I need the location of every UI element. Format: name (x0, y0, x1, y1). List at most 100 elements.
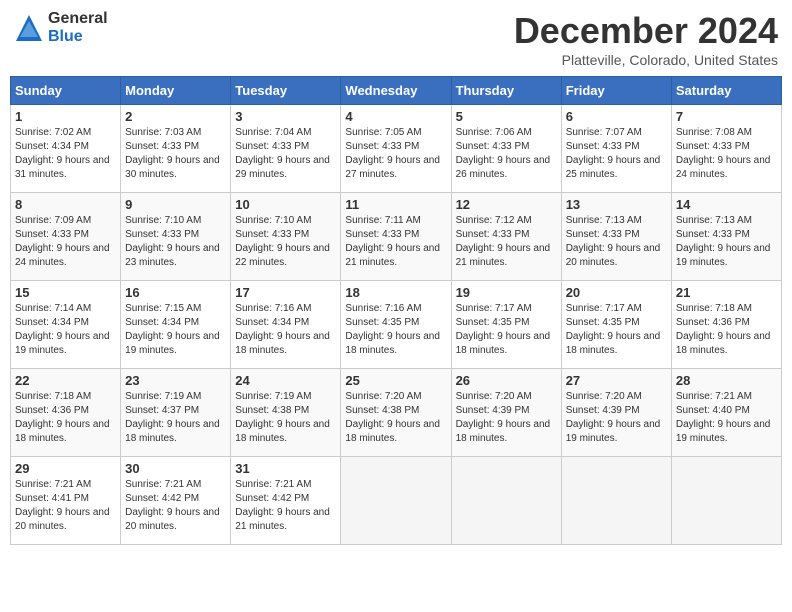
day-info: Sunrise: 7:06 AMSunset: 4:33 PMDaylight:… (456, 127, 551, 180)
day-info: Sunrise: 7:11 AMSunset: 4:33 PMDaylight:… (345, 215, 440, 268)
day-number: 30 (125, 461, 226, 476)
calendar-cell: 25 Sunrise: 7:20 AMSunset: 4:38 PMDaylig… (341, 369, 451, 457)
weekday-header-wednesday: Wednesday (341, 77, 451, 105)
day-number: 24 (235, 373, 336, 388)
calendar-cell: 12 Sunrise: 7:12 AMSunset: 4:33 PMDaylig… (451, 193, 561, 281)
weekday-header-thursday: Thursday (451, 77, 561, 105)
calendar-cell: 18 Sunrise: 7:16 AMSunset: 4:35 PMDaylig… (341, 281, 451, 369)
day-info: Sunrise: 7:03 AMSunset: 4:33 PMDaylight:… (125, 127, 220, 180)
calendar-cell: 13 Sunrise: 7:13 AMSunset: 4:33 PMDaylig… (561, 193, 671, 281)
day-number: 6 (566, 109, 667, 124)
day-info: Sunrise: 7:18 AMSunset: 4:36 PMDaylight:… (676, 303, 771, 356)
logo-text: General Blue (48, 10, 108, 45)
month-title: December 2024 (514, 10, 778, 52)
day-info: Sunrise: 7:20 AMSunset: 4:39 PMDaylight:… (456, 391, 551, 444)
calendar-cell: 30 Sunrise: 7:21 AMSunset: 4:42 PMDaylig… (121, 457, 231, 545)
day-number: 11 (345, 197, 446, 212)
calendar-cell: 17 Sunrise: 7:16 AMSunset: 4:34 PMDaylig… (231, 281, 341, 369)
day-number: 12 (456, 197, 557, 212)
calendar-cell: 6 Sunrise: 7:07 AMSunset: 4:33 PMDayligh… (561, 105, 671, 193)
calendar-cell (341, 457, 451, 545)
weekday-header-row: SundayMondayTuesdayWednesdayThursdayFrid… (11, 77, 782, 105)
logo-blue-text: Blue (48, 28, 108, 46)
day-info: Sunrise: 7:14 AMSunset: 4:34 PMDaylight:… (15, 303, 110, 356)
calendar-cell: 20 Sunrise: 7:17 AMSunset: 4:35 PMDaylig… (561, 281, 671, 369)
day-number: 23 (125, 373, 226, 388)
calendar-cell: 2 Sunrise: 7:03 AMSunset: 4:33 PMDayligh… (121, 105, 231, 193)
calendar-cell: 19 Sunrise: 7:17 AMSunset: 4:35 PMDaylig… (451, 281, 561, 369)
logo-icon (14, 13, 44, 43)
day-number: 17 (235, 285, 336, 300)
calendar-week-2: 8 Sunrise: 7:09 AMSunset: 4:33 PMDayligh… (11, 193, 782, 281)
calendar-cell: 5 Sunrise: 7:06 AMSunset: 4:33 PMDayligh… (451, 105, 561, 193)
day-info: Sunrise: 7:10 AMSunset: 4:33 PMDaylight:… (235, 215, 330, 268)
day-number: 3 (235, 109, 336, 124)
page-header: General Blue December 2024 Platteville, … (10, 10, 782, 68)
day-number: 2 (125, 109, 226, 124)
calendar-table: SundayMondayTuesdayWednesdayThursdayFrid… (10, 76, 782, 545)
weekday-header-saturday: Saturday (671, 77, 781, 105)
day-number: 21 (676, 285, 777, 300)
day-number: 18 (345, 285, 446, 300)
calendar-cell: 7 Sunrise: 7:08 AMSunset: 4:33 PMDayligh… (671, 105, 781, 193)
day-number: 26 (456, 373, 557, 388)
day-number: 20 (566, 285, 667, 300)
weekday-header-sunday: Sunday (11, 77, 121, 105)
day-info: Sunrise: 7:21 AMSunset: 4:40 PMDaylight:… (676, 391, 771, 444)
weekday-header-friday: Friday (561, 77, 671, 105)
day-number: 31 (235, 461, 336, 476)
day-info: Sunrise: 7:20 AMSunset: 4:39 PMDaylight:… (566, 391, 661, 444)
calendar-cell: 21 Sunrise: 7:18 AMSunset: 4:36 PMDaylig… (671, 281, 781, 369)
calendar-cell: 26 Sunrise: 7:20 AMSunset: 4:39 PMDaylig… (451, 369, 561, 457)
calendar-cell: 24 Sunrise: 7:19 AMSunset: 4:38 PMDaylig… (231, 369, 341, 457)
day-info: Sunrise: 7:07 AMSunset: 4:33 PMDaylight:… (566, 127, 661, 180)
day-number: 8 (15, 197, 116, 212)
day-number: 5 (456, 109, 557, 124)
calendar-week-3: 15 Sunrise: 7:14 AMSunset: 4:34 PMDaylig… (11, 281, 782, 369)
day-number: 22 (15, 373, 116, 388)
day-info: Sunrise: 7:16 AMSunset: 4:34 PMDaylight:… (235, 303, 330, 356)
day-number: 28 (676, 373, 777, 388)
day-info: Sunrise: 7:15 AMSunset: 4:34 PMDaylight:… (125, 303, 220, 356)
day-info: Sunrise: 7:05 AMSunset: 4:33 PMDaylight:… (345, 127, 440, 180)
day-number: 13 (566, 197, 667, 212)
day-number: 25 (345, 373, 446, 388)
day-number: 4 (345, 109, 446, 124)
day-info: Sunrise: 7:09 AMSunset: 4:33 PMDaylight:… (15, 215, 110, 268)
location-text: Platteville, Colorado, United States (514, 52, 778, 68)
calendar-week-1: 1 Sunrise: 7:02 AMSunset: 4:34 PMDayligh… (11, 105, 782, 193)
calendar-cell: 29 Sunrise: 7:21 AMSunset: 4:41 PMDaylig… (11, 457, 121, 545)
day-info: Sunrise: 7:21 AMSunset: 4:41 PMDaylight:… (15, 479, 110, 532)
calendar-cell: 1 Sunrise: 7:02 AMSunset: 4:34 PMDayligh… (11, 105, 121, 193)
day-number: 16 (125, 285, 226, 300)
calendar-cell: 9 Sunrise: 7:10 AMSunset: 4:33 PMDayligh… (121, 193, 231, 281)
calendar-cell: 27 Sunrise: 7:20 AMSunset: 4:39 PMDaylig… (561, 369, 671, 457)
day-info: Sunrise: 7:08 AMSunset: 4:33 PMDaylight:… (676, 127, 771, 180)
day-info: Sunrise: 7:19 AMSunset: 4:37 PMDaylight:… (125, 391, 220, 444)
day-info: Sunrise: 7:13 AMSunset: 4:33 PMDaylight:… (676, 215, 771, 268)
calendar-cell: 3 Sunrise: 7:04 AMSunset: 4:33 PMDayligh… (231, 105, 341, 193)
day-info: Sunrise: 7:21 AMSunset: 4:42 PMDaylight:… (235, 479, 330, 532)
calendar-cell: 15 Sunrise: 7:14 AMSunset: 4:34 PMDaylig… (11, 281, 121, 369)
title-block: December 2024 Platteville, Colorado, Uni… (514, 10, 778, 68)
day-info: Sunrise: 7:17 AMSunset: 4:35 PMDaylight:… (456, 303, 551, 356)
calendar-cell: 4 Sunrise: 7:05 AMSunset: 4:33 PMDayligh… (341, 105, 451, 193)
day-info: Sunrise: 7:13 AMSunset: 4:33 PMDaylight:… (566, 215, 661, 268)
calendar-cell: 28 Sunrise: 7:21 AMSunset: 4:40 PMDaylig… (671, 369, 781, 457)
calendar-week-4: 22 Sunrise: 7:18 AMSunset: 4:36 PMDaylig… (11, 369, 782, 457)
calendar-cell: 16 Sunrise: 7:15 AMSunset: 4:34 PMDaylig… (121, 281, 231, 369)
day-number: 14 (676, 197, 777, 212)
day-info: Sunrise: 7:16 AMSunset: 4:35 PMDaylight:… (345, 303, 440, 356)
day-info: Sunrise: 7:19 AMSunset: 4:38 PMDaylight:… (235, 391, 330, 444)
logo: General Blue (14, 10, 108, 45)
day-info: Sunrise: 7:04 AMSunset: 4:33 PMDaylight:… (235, 127, 330, 180)
calendar-cell: 14 Sunrise: 7:13 AMSunset: 4:33 PMDaylig… (671, 193, 781, 281)
day-info: Sunrise: 7:20 AMSunset: 4:38 PMDaylight:… (345, 391, 440, 444)
calendar-cell: 8 Sunrise: 7:09 AMSunset: 4:33 PMDayligh… (11, 193, 121, 281)
day-number: 7 (676, 109, 777, 124)
day-number: 10 (235, 197, 336, 212)
day-number: 27 (566, 373, 667, 388)
calendar-cell: 23 Sunrise: 7:19 AMSunset: 4:37 PMDaylig… (121, 369, 231, 457)
day-info: Sunrise: 7:17 AMSunset: 4:35 PMDaylight:… (566, 303, 661, 356)
calendar-cell (671, 457, 781, 545)
